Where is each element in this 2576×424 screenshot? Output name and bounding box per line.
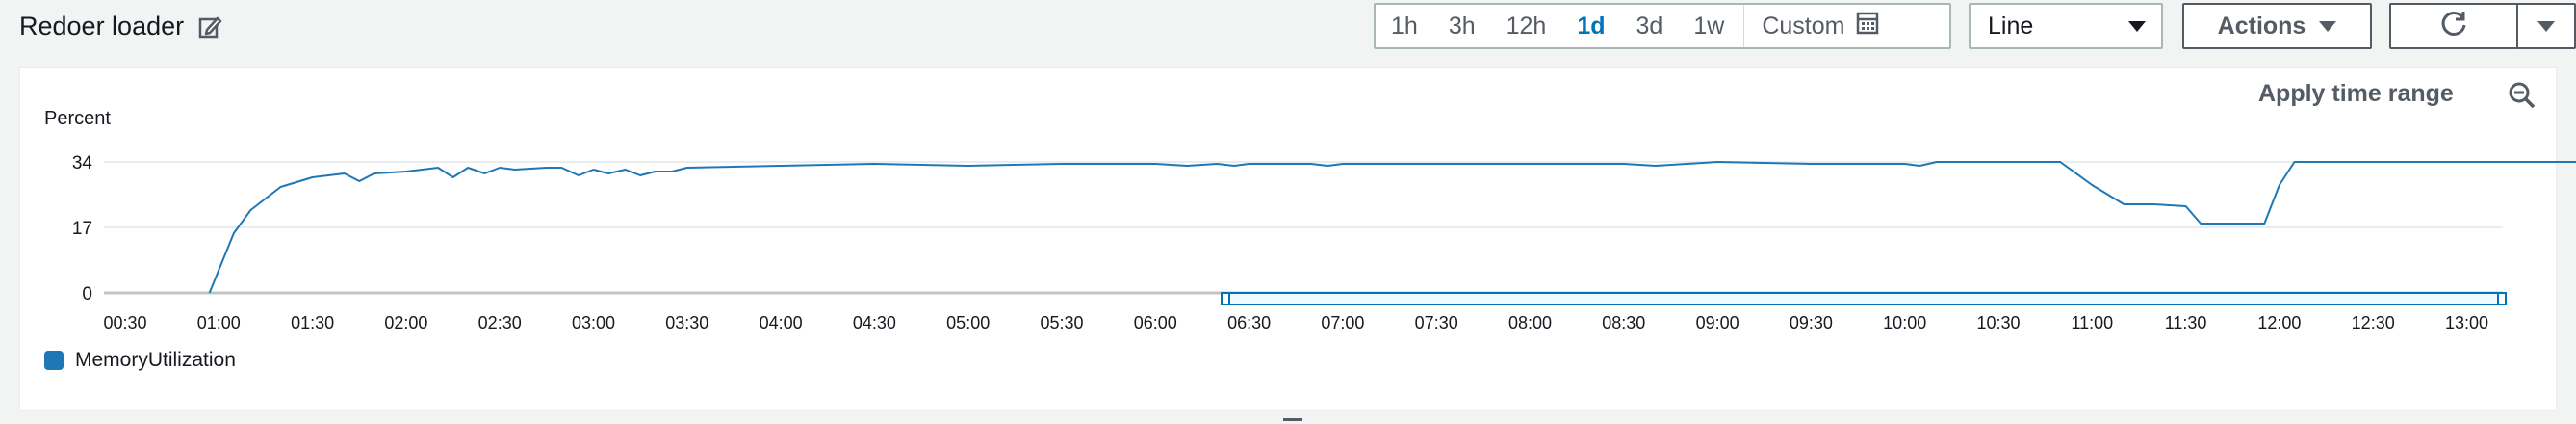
x-tick-label: 04:30 [853,313,896,332]
y-tick-label: 34 [72,153,93,173]
legend-swatch [44,351,64,370]
x-tick-label: 10:00 [1883,313,1926,332]
time-brush-selection[interactable] [1224,292,2504,305]
x-tick-label: 09:30 [1790,313,1833,332]
x-tick-label: 01:00 [197,313,241,332]
brush-handle-right[interactable] [2497,292,2507,305]
x-tick-label: 11:30 [2165,313,2207,332]
x-tick-label: 13:00 [2445,313,2488,332]
x-tick-label: 05:00 [946,313,990,332]
x-tick-label: 08:30 [1602,313,1645,332]
x-tick-label: 06:00 [1134,313,1177,332]
x-tick-label: 01:30 [291,313,334,332]
x-tick-label: 02:30 [478,313,522,332]
x-tick-label: 05:30 [1040,313,1083,332]
x-tick-label: 03:30 [665,313,708,332]
resize-handle[interactable] [1283,418,1302,421]
x-tick-label: 03:00 [572,313,615,332]
x-tick-label: 04:00 [760,313,803,332]
x-tick-label: 08:00 [1508,313,1552,332]
brush-handle-left[interactable] [1221,292,1230,305]
x-tick-label: 10:30 [1976,313,2020,332]
legend-label: MemoryUtilization [75,349,236,371]
y-axis-label: Percent [44,108,111,129]
x-tick-label: 12:00 [2257,313,2301,332]
chart-legend[interactable]: MemoryUtilization [44,349,236,372]
x-tick-label: 09:00 [1696,313,1739,332]
y-tick-label: 17 [72,219,92,239]
x-tick-label: 02:00 [384,313,427,332]
x-tick-label: 06:30 [1227,313,1271,332]
x-tick-label: 07:00 [1321,313,1364,332]
x-tick-label: 07:30 [1415,313,1458,332]
x-tick-label: 00:30 [103,313,146,332]
x-tick-label: 11:00 [2071,313,2113,332]
x-tick-label: 12:30 [2352,313,2395,332]
y-tick-label: 0 [82,284,92,305]
memory-utilization-chart: Percent 0 17 34 00:30 01:00 01:30 02:00 02:30 03… [44,108,2576,332]
